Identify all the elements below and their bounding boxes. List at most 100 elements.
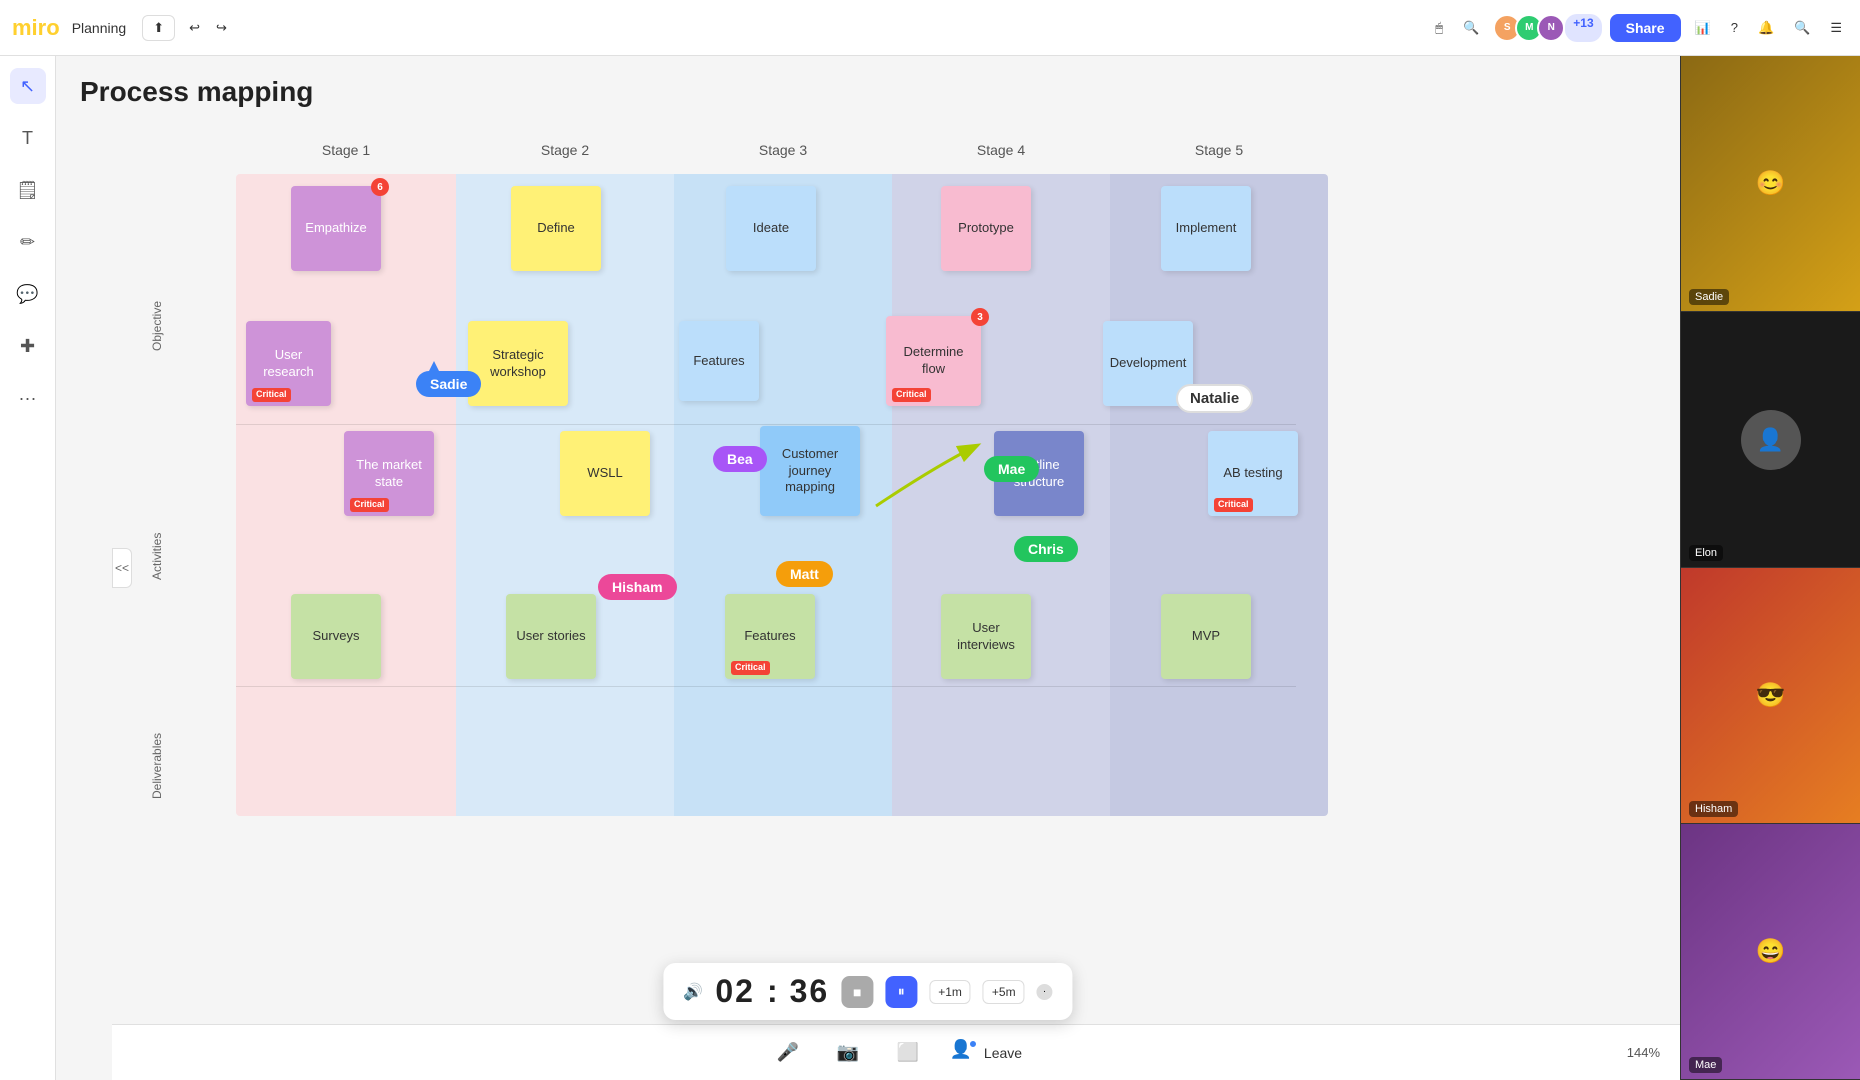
cursor-icon[interactable]: 🖱 xyxy=(1429,16,1449,40)
video-name-mae: Mae xyxy=(1689,1057,1722,1073)
bottom-bar: 🎤 📷 ⬜ 👤 Leave 144% xyxy=(112,1024,1680,1080)
shape-tool[interactable]: ✚ xyxy=(10,328,46,364)
share-screen-button[interactable]: ⬜ xyxy=(890,1035,926,1071)
person-icon: 👤 xyxy=(950,1039,978,1067)
video-avatar-sadie: 😊 xyxy=(1681,56,1860,311)
menu-icon[interactable]: ☰ xyxy=(1824,16,1848,40)
critical-badge-ab: Critical xyxy=(1214,498,1253,512)
sticky-surveys[interactable]: Surveys xyxy=(291,594,381,679)
notifications-icon[interactable]: 🔔 xyxy=(1752,16,1780,40)
online-dot xyxy=(968,1039,978,1049)
sticky-tool[interactable]: 🗒 xyxy=(10,172,46,208)
cursor-label-chris: Chris xyxy=(1014,536,1078,562)
collaborator-count[interactable]: +13 xyxy=(1565,14,1601,42)
stage4-header: Stage 4 xyxy=(892,126,1110,174)
timer-colon: : xyxy=(767,973,778,1010)
sticky-ideate[interactable]: Ideate xyxy=(726,186,816,271)
sticky-user-stories[interactable]: User stories xyxy=(506,594,596,679)
more-tools[interactable]: ··· xyxy=(10,380,46,416)
sticky-features-deliverables[interactable]: Features Critical xyxy=(725,594,815,679)
row-label-deliverables: Deliverables xyxy=(150,706,164,826)
text-tool[interactable]: T xyxy=(10,120,46,156)
camera-button[interactable]: 📷 xyxy=(830,1035,866,1071)
topbar-right: 🖱 🔍 S M N +13 Share 📊 ? 🔔 🔍 ☰ xyxy=(1429,14,1848,42)
help-icon[interactable]: ? xyxy=(1725,16,1744,39)
row-label-objective: Objective xyxy=(150,266,164,386)
sticky-wsll[interactable]: WSLL xyxy=(560,431,650,516)
comment-count-empathize: 6 xyxy=(371,178,389,196)
sticky-ab-testing[interactable]: AB testing Critical xyxy=(1208,431,1298,516)
video-name-hisham: Hisham xyxy=(1689,801,1738,817)
volume-icon[interactable]: 🔊 xyxy=(683,982,703,1002)
analytics-icon[interactable]: 📊 xyxy=(1689,16,1717,40)
sticky-market-state[interactable]: The market state Critical xyxy=(344,431,434,516)
cursor-label-sadie: Sadie xyxy=(416,371,481,397)
timer-stop-button[interactable]: ■ xyxy=(841,976,873,1008)
video-avatar-elon: 👤 xyxy=(1741,410,1801,470)
share-button[interactable]: Share xyxy=(1610,14,1681,42)
sticky-user-interviews[interactable]: User interviews xyxy=(941,594,1031,679)
sticky-implement[interactable]: Implement xyxy=(1161,186,1251,271)
main-area: ↖ T 🗒 ✏ 💬 ✚ ··· Process mapping Stage 1 … xyxy=(0,56,1860,1080)
leave-label[interactable]: Leave xyxy=(984,1045,1022,1061)
row-divider-2 xyxy=(236,686,1296,687)
cursor-label-bea: Bea xyxy=(713,446,767,472)
timer-collapse[interactable]: · xyxy=(1037,984,1053,1000)
cursor-label-mae: Mae xyxy=(984,456,1039,482)
timer-minutes: 02 xyxy=(715,973,755,1010)
canvas[interactable]: Process mapping Stage 1 Stage 2 Stage 3 … xyxy=(56,56,1680,1080)
redo-button[interactable]: ↪ xyxy=(210,16,233,40)
miro-logo: miro xyxy=(12,15,60,41)
sticky-prototype[interactable]: Prototype xyxy=(941,186,1031,271)
comment-count-flow: 3 xyxy=(971,308,989,326)
zoom-button[interactable]: 🔍 xyxy=(1457,16,1485,40)
sticky-user-research[interactable]: User research Critical xyxy=(246,321,331,406)
row-label-activities: Activities xyxy=(150,456,164,656)
select-tool[interactable]: ↖ xyxy=(10,68,46,104)
pen-tool[interactable]: ✏ xyxy=(10,224,46,260)
sticky-mvp[interactable]: MVP xyxy=(1161,594,1251,679)
critical-badge: Critical xyxy=(252,388,291,402)
timer-seconds: 36 xyxy=(790,973,830,1010)
undo-button[interactable]: ↩ xyxy=(183,16,206,40)
video-tile-hisham: 😎 Hisham xyxy=(1681,568,1860,824)
topbar: miro Planning ⬆ ↩ ↪ 🖱 🔍 S M N +13 Share … xyxy=(0,0,1860,56)
panel-toggle[interactable]: << xyxy=(112,548,132,588)
upload-button[interactable]: ⬆ xyxy=(142,15,175,41)
avatar-group: S M N +13 xyxy=(1493,14,1601,42)
video-name-elon: Elon xyxy=(1689,545,1723,561)
stage5-header: Stage 5 xyxy=(1110,126,1328,174)
timer-add5-button[interactable]: +5m xyxy=(983,980,1025,1004)
sticky-customer-journey[interactable]: Customer journey mapping xyxy=(760,426,860,516)
stage1-header: Stage 1 xyxy=(236,126,456,174)
video-tile-elon: 👤 Elon xyxy=(1681,312,1860,568)
video-name-sadie: Sadie xyxy=(1689,289,1729,305)
timer-add1-button[interactable]: +1m xyxy=(929,980,971,1004)
timer-pause-button[interactable]: ⏸ xyxy=(885,976,917,1008)
search-icon[interactable]: 🔍 xyxy=(1788,16,1816,40)
undo-redo-group: ↩ ↪ xyxy=(183,16,233,40)
leave-button[interactable]: 👤 Leave xyxy=(950,1039,1022,1067)
video-avatar-hisham: 😎 xyxy=(1681,568,1860,823)
sticky-determine-flow[interactable]: Determine flow Critical 3 xyxy=(886,316,981,406)
process-map: Stage 1 Stage 2 Stage 3 Stage 4 Stage 5 … xyxy=(136,126,1296,816)
sticky-features-activities[interactable]: Features xyxy=(679,321,759,401)
video-avatar-mae: 😄 xyxy=(1681,824,1860,1079)
row-divider-1 xyxy=(236,424,1296,425)
cursor-label-natalie: Natalie xyxy=(1176,384,1253,413)
sticky-define[interactable]: Define xyxy=(511,186,601,271)
cursor-label-hisham: Hisham xyxy=(598,574,677,600)
critical-badge-features: Critical xyxy=(731,661,770,675)
video-panel: 😊 Sadie 👤 Elon 😎 Hisham 😄 Mae xyxy=(1680,56,1860,1080)
video-tile-sadie: 😊 Sadie xyxy=(1681,56,1860,312)
cursor-label-matt: Matt xyxy=(776,561,833,587)
comment-tool[interactable]: 💬 xyxy=(10,276,46,312)
timer-bar: 🔊 02 : 36 ■ ⏸ +1m +5m · xyxy=(663,963,1072,1020)
sticky-empathize[interactable]: Empathize 6 xyxy=(291,186,381,271)
zoom-level: 144% xyxy=(1627,1045,1660,1060)
avatar-3: N xyxy=(1537,14,1565,42)
sticky-strategic-workshop[interactable]: Strategic workshop xyxy=(468,321,568,406)
critical-badge-market: Critical xyxy=(350,498,389,512)
mic-button[interactable]: 🎤 xyxy=(770,1035,806,1071)
board-title: Process mapping xyxy=(80,76,313,108)
